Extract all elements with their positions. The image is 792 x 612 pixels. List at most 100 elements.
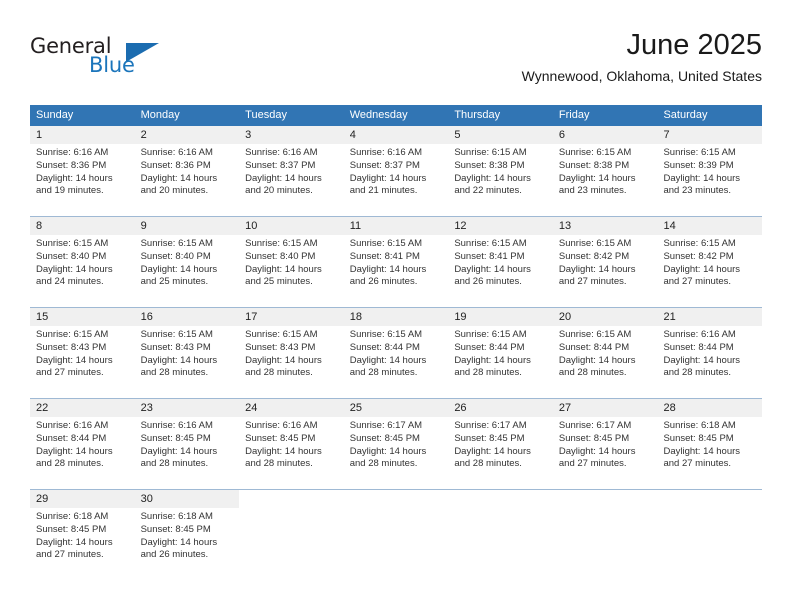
day-info: Sunrise: 6:15 AM Sunset: 8:39 PM Daylight:…: [657, 144, 762, 198]
day-cell-3[interactable]: 3 Sunrise: 6:16 AM Sunset: 8:37 PM Daylight…: [239, 126, 344, 209]
sunset-text: Sunset: 8:44 PM: [454, 341, 525, 353]
sunset-text: Sunset: 8:45 PM: [140, 432, 211, 444]
calendar-week-row: 29 Sunrise: 6:18 AM Sunset: 8:45 PM Dayligh…: [30, 489, 762, 573]
sunset-text: Sunset: 8:45 PM: [558, 432, 630, 444]
day-info: Sunrise: 6:15 AM Sunset: 8:44 PM Daylight:…: [448, 326, 553, 380]
day-cell-1[interactable]: 1 Sunrise: 6:16 AM Sunset: 8:36 PM Daylight…: [30, 126, 135, 209]
sunrise-text: Sunrise: 6:15 AM: [349, 238, 423, 249]
sunset-text: Sunset: 8:43 PM: [36, 341, 107, 353]
daylight-text: Daylight: 14 hours and 28 minutes.: [140, 445, 218, 470]
day-number-band: [657, 490, 762, 508]
sunset-text: Sunset: 8:38 PM: [454, 159, 525, 171]
sunrise-text: Sunrise: 6:15 AM: [36, 238, 109, 249]
day-cell-4[interactable]: 4 Sunrise: 6:16 AM Sunset: 8:37 PM Daylight…: [343, 126, 449, 209]
daylight-text: Daylight: 14 hours and 22 minutes.: [454, 172, 531, 197]
day-cell-15[interactable]: 15 Sunrise: 6:15 AM Sunset: 8:43 PM Dayligh…: [30, 308, 135, 391]
day-cell-7[interactable]: 7 Sunrise: 6:15 AM Sunset: 8:39 PM Daylight…: [657, 126, 763, 209]
day-cell-22[interactable]: 22 Sunrise: 6:16 AM Sunset: 8:44 PM Dayligh…: [30, 399, 135, 482]
daylight-text: Daylight: 14 hours and 21 minutes.: [349, 172, 427, 197]
day-number-band: 3: [239, 126, 344, 144]
day-cell-29[interactable]: 29 Sunrise: 6:18 AM Sunset: 8:45 PM Dayligh…: [30, 490, 135, 573]
day-number: 22: [36, 402, 49, 414]
day-number-band: 16: [134, 308, 240, 326]
day-cell-9[interactable]: 9 Sunrise: 6:15 AM Sunset: 8:40 PM Daylight…: [134, 217, 240, 300]
day-cell-13[interactable]: 13 Sunrise: 6:15 AM Sunset: 8:42 PM Dayligh…: [552, 217, 658, 300]
sunrise-text: Sunrise: 6:15 AM: [454, 238, 527, 249]
day-cell-14[interactable]: 14 Sunrise: 6:15 AM Sunset: 8:42 PM Dayligh…: [657, 217, 763, 300]
day-cell-26[interactable]: 26 Sunrise: 6:17 AM Sunset: 8:45 PM Dayligh…: [448, 399, 553, 482]
day-number-band: 6: [552, 126, 658, 144]
daylight-text: Daylight: 14 hours and 19 minutes.: [36, 172, 113, 197]
day-cell-19[interactable]: 19 Sunrise: 6:15 AM Sunset: 8:44 PM Dayligh…: [448, 308, 553, 391]
sunrise-text: Sunrise: 6:15 AM: [454, 147, 527, 158]
day-info: Sunrise: 6:16 AM Sunset: 8:45 PM Daylight:…: [135, 417, 240, 471]
sunrise-text: Sunrise: 6:16 AM: [245, 420, 318, 431]
day-cell-17[interactable]: 17 Sunrise: 6:15 AM Sunset: 8:43 PM Dayligh…: [239, 308, 344, 391]
day-cell-28[interactable]: 28 Sunrise: 6:18 AM Sunset: 8:45 PM Dayligh…: [657, 399, 763, 482]
day-number-band: 28: [657, 399, 763, 417]
day-info: Sunrise: 6:18 AM Sunset: 8:45 PM Daylight:…: [657, 417, 762, 471]
daylight-text: Daylight: 14 hours and 28 minutes.: [140, 354, 218, 379]
day-cell-23[interactable]: 23 Sunrise: 6:16 AM Sunset: 8:45 PM Dayligh…: [134, 399, 240, 482]
day-cell-2[interactable]: 2 Sunrise: 6:16 AM Sunset: 8:36 PM Daylight…: [134, 126, 240, 209]
day-number-band: 9: [134, 217, 240, 235]
sunset-text: Sunset: 8:37 PM: [349, 159, 420, 171]
calendar-grid: Sunday Monday Tuesday Wednesday Thursday Frid…: [30, 105, 763, 573]
sunset-text: Sunset: 8:41 PM: [349, 250, 420, 262]
day-info: Sunrise: 6:15 AM Sunset: 8:42 PM Daylight:…: [657, 235, 762, 289]
day-cell-11[interactable]: 11 Sunrise: 6:15 AM Sunset: 8:41 PM Dayligh…: [343, 217, 449, 300]
day-number: 11: [349, 220, 362, 232]
day-cell-8[interactable]: 8 Sunrise: 6:15 AM Sunset: 8:40 PM Daylight…: [30, 217, 135, 300]
day-cell-25[interactable]: 25 Sunrise: 6:17 AM Sunset: 8:45 PM Dayligh…: [343, 399, 449, 482]
day-number: 21: [663, 311, 676, 323]
day-info: Sunrise: 6:15 AM Sunset: 8:40 PM Daylight:…: [239, 235, 344, 289]
day-cell-12[interactable]: 12 Sunrise: 6:15 AM Sunset: 8:41 PM Dayligh…: [448, 217, 553, 300]
sunset-text: Sunset: 8:38 PM: [558, 159, 630, 171]
day-number-band: 20: [552, 308, 658, 326]
sunset-text: Sunset: 8:44 PM: [663, 341, 734, 353]
day-cell-5[interactable]: 5 Sunrise: 6:15 AM Sunset: 8:38 PM Daylight…: [448, 126, 553, 209]
sunrise-text: Sunrise: 6:15 AM: [663, 238, 736, 249]
day-number-band: 11: [343, 217, 449, 235]
sunrise-text: Sunrise: 6:15 AM: [454, 329, 527, 340]
daylight-text: Daylight: 14 hours and 26 minutes.: [349, 263, 427, 288]
day-cell-30[interactable]: 30 Sunrise: 6:18 AM Sunset: 8:45 PM Dayligh…: [134, 490, 240, 573]
day-cell-20[interactable]: 20 Sunrise: 6:15 AM Sunset: 8:44 PM Dayligh…: [552, 308, 658, 391]
sunrise-text: Sunrise: 6:15 AM: [558, 329, 632, 340]
sunrise-text: Sunrise: 6:15 AM: [663, 147, 736, 158]
day-number-band: [344, 490, 449, 508]
sunset-text: Sunset: 8:42 PM: [558, 250, 630, 262]
title-block: June 2025 Wynnewood, Oklahoma, United St…: [522, 28, 762, 85]
daylight-text: Daylight: 14 hours and 24 minutes.: [36, 263, 113, 288]
sunset-text: Sunset: 8:45 PM: [140, 523, 211, 535]
day-cell-10[interactable]: 10 Sunrise: 6:15 AM Sunset: 8:40 PM Dayligh…: [239, 217, 344, 300]
daylight-text: Daylight: 14 hours and 27 minutes.: [663, 263, 741, 288]
daylight-text: Daylight: 14 hours and 27 minutes.: [663, 445, 741, 470]
sunrise-text: Sunrise: 6:16 AM: [140, 147, 213, 158]
day-cell-18[interactable]: 18 Sunrise: 6:15 AM Sunset: 8:44 PM Dayligh…: [343, 308, 449, 391]
day-number: 10: [245, 220, 258, 232]
daylight-text: Daylight: 14 hours and 25 minutes.: [245, 263, 322, 288]
day-number: 13: [558, 220, 572, 232]
day-number: 5: [454, 129, 461, 141]
day-cell-24[interactable]: 24 Sunrise: 6:16 AM Sunset: 8:45 PM Dayligh…: [239, 399, 344, 482]
sunrise-text: Sunrise: 6:15 AM: [558, 147, 632, 158]
day-info: Sunrise: 6:16 AM Sunset: 8:44 PM Daylight:…: [30, 417, 135, 471]
day-cell-16[interactable]: 16 Sunrise: 6:15 AM Sunset: 8:43 PM Dayligh…: [134, 308, 240, 391]
weekday-header-row: Sunday Monday Tuesday Wednesday Thursday Frid…: [30, 105, 762, 126]
daylight-text: Daylight: 14 hours and 23 minutes.: [663, 172, 741, 197]
sunrise-text: Sunrise: 6:16 AM: [245, 147, 318, 158]
day-cell-6[interactable]: 6 Sunrise: 6:15 AM Sunset: 8:38 PM Daylight…: [552, 126, 658, 209]
daylight-text: Daylight: 14 hours and 28 minutes.: [349, 445, 427, 470]
day-number: 29: [36, 493, 49, 505]
day-cell-21[interactable]: 21 Sunrise: 6:16 AM Sunset: 8:44 PM Dayligh…: [657, 308, 763, 391]
day-info: Sunrise: 6:16 AM Sunset: 8:37 PM Daylight:…: [344, 144, 449, 198]
daylight-text: Daylight: 14 hours and 27 minutes.: [558, 263, 636, 288]
day-number: 3: [245, 129, 252, 141]
logo-text-blue: Blue: [89, 53, 135, 77]
sunset-text: Sunset: 8:40 PM: [36, 250, 107, 262]
day-number: 4: [349, 129, 356, 141]
day-number: 14: [663, 220, 676, 232]
day-cell-27[interactable]: 27 Sunrise: 6:17 AM Sunset: 8:45 PM Dayligh…: [552, 399, 658, 482]
day-number: 15: [36, 311, 49, 323]
